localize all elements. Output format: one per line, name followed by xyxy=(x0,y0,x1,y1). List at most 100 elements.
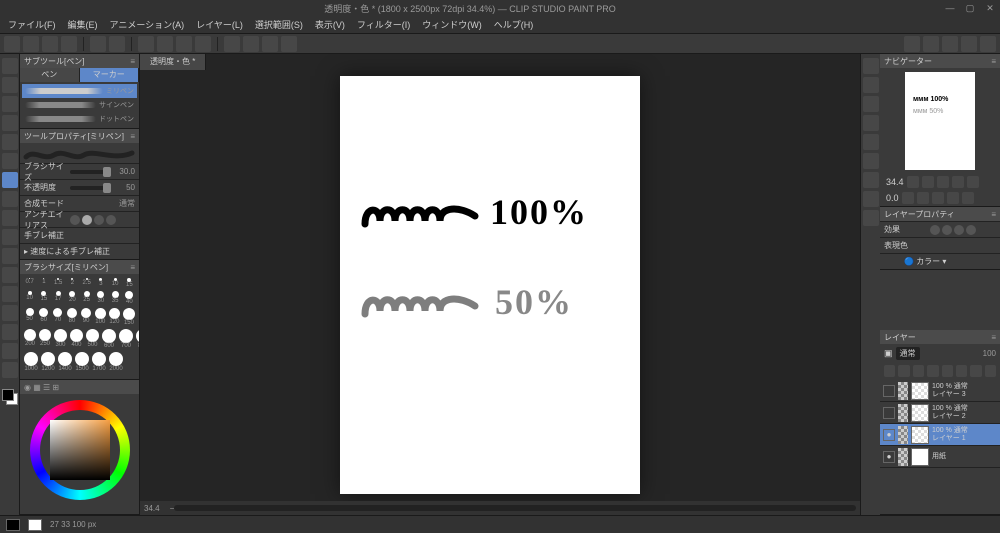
zoom-slider[interactable] xyxy=(174,505,856,511)
prop-opacity-value[interactable]: 50 xyxy=(111,183,135,192)
brush-size-preset[interactable]: 1400 xyxy=(58,352,72,372)
material-icon[interactable] xyxy=(863,134,879,150)
toolbar-icon[interactable] xyxy=(176,36,192,52)
toolbar-icon[interactable] xyxy=(138,36,154,52)
brush-size-preset[interactable]: 2.5 xyxy=(81,278,92,288)
navigator-thumbnail[interactable]: ᴍᴍᴍ 100%ᴍᴍᴍ 50% xyxy=(905,72,975,170)
panel-menu-icon[interactable]: ≡ xyxy=(130,263,135,272)
brush-size-preset[interactable]: 200 xyxy=(24,329,36,349)
tool-gradient[interactable] xyxy=(2,305,18,321)
toolbar-icon[interactable] xyxy=(61,36,77,52)
rotate-reset-icon[interactable] xyxy=(932,192,944,204)
effects-buttons[interactable] xyxy=(930,225,976,235)
menu-item[interactable]: ウィンドウ(W) xyxy=(418,18,486,31)
close-button[interactable]: ✕ xyxy=(980,3,1000,14)
color-swatches[interactable] xyxy=(2,389,18,405)
brush-size-preset[interactable]: 25 xyxy=(81,291,92,305)
brush-size-preset[interactable]: 35 xyxy=(110,291,121,305)
brush-size-preset[interactable]: 17 xyxy=(53,291,64,305)
tool-wand[interactable] xyxy=(2,134,18,150)
toolbar-icon[interactable] xyxy=(980,36,996,52)
brush-size-preset[interactable]: 1.5 xyxy=(53,278,64,288)
tool-blend[interactable] xyxy=(2,267,18,283)
color-wheel[interactable] xyxy=(25,398,135,503)
panel-menu-icon[interactable]: ≡ xyxy=(991,210,996,219)
layer-row[interactable]: ●用紙 xyxy=(880,446,1000,468)
brush-size-preset[interactable]: 15 xyxy=(124,278,135,288)
brush-size-preset[interactable]: 120 xyxy=(109,308,120,326)
material-icon[interactable] xyxy=(863,191,879,207)
layer-row[interactable]: 100 % 通常レイヤー 2 xyxy=(880,402,1000,424)
tool-airbrush[interactable] xyxy=(2,210,18,226)
brush-size-preset[interactable]: 10 xyxy=(110,278,121,288)
tool-eyedropper[interactable] xyxy=(2,153,18,169)
brush-size-preset[interactable]: 1700 xyxy=(92,352,106,372)
brush-size-preset[interactable]: 1200 xyxy=(41,352,55,372)
menu-item[interactable]: 編集(E) xyxy=(64,18,102,31)
zoom-fit-icon[interactable] xyxy=(937,176,949,188)
brush-size-preset[interactable]: 3 xyxy=(95,278,106,288)
toolbar-icon[interactable] xyxy=(90,36,106,52)
tool-operation[interactable] xyxy=(2,96,18,112)
layer-tool-icon[interactable] xyxy=(985,365,996,377)
prop-opacity-slider[interactable] xyxy=(70,186,111,190)
brush-size-preset[interactable]: 2000 xyxy=(109,352,123,372)
toolbar-icon[interactable] xyxy=(157,36,173,52)
tool-move[interactable] xyxy=(2,77,18,93)
brush-size-preset[interactable]: 1500 xyxy=(75,352,89,372)
brush-size-preset[interactable]: 500 xyxy=(86,329,99,349)
brush-size-preset[interactable]: 2 xyxy=(67,278,78,288)
layer-lock-icon[interactable]: ▣ xyxy=(884,348,893,359)
layer-tool-icon[interactable] xyxy=(970,365,981,377)
material-icon[interactable] xyxy=(863,210,879,226)
nav-zoom-value[interactable]: 34.4 xyxy=(886,177,904,187)
rotate-icon[interactable] xyxy=(947,192,959,204)
tool-figure[interactable] xyxy=(2,324,18,340)
panel-menu-icon[interactable]: ≡ xyxy=(991,333,996,342)
brush-size-preset[interactable]: 150 xyxy=(123,308,135,326)
toolbar-icon[interactable] xyxy=(195,36,211,52)
subtool-tab-marker[interactable]: マーカー xyxy=(80,68,140,82)
layer-tool-icon[interactable] xyxy=(927,365,938,377)
material-icon[interactable] xyxy=(863,115,879,131)
toolbar-icon[interactable] xyxy=(23,36,39,52)
tool-magnify[interactable] xyxy=(2,58,18,74)
brush-size-preset[interactable]: 40 xyxy=(124,291,135,305)
material-icon[interactable] xyxy=(863,172,879,188)
layer-tool-icon[interactable] xyxy=(956,365,967,377)
expr-color-value[interactable]: カラー xyxy=(916,257,940,266)
visibility-toggle[interactable]: ● xyxy=(883,429,895,441)
brush-size-preset[interactable]: 400 xyxy=(70,329,83,349)
prop-brushsize-slider[interactable] xyxy=(70,170,111,174)
material-icon[interactable] xyxy=(863,96,879,112)
tool-eraser[interactable] xyxy=(2,248,18,264)
brush-size-preset[interactable]: 70 xyxy=(52,308,63,326)
toolbar-icon[interactable] xyxy=(42,36,58,52)
menu-item[interactable]: ファイル(F) xyxy=(4,18,60,31)
toolbar-icon[interactable] xyxy=(262,36,278,52)
layer-tool-icon[interactable] xyxy=(898,365,909,377)
layer-tool-icon[interactable] xyxy=(913,365,924,377)
zoom-value[interactable]: 34.4 xyxy=(144,504,160,513)
minimize-button[interactable]: — xyxy=(940,3,960,13)
menu-item[interactable]: ヘルプ(H) xyxy=(490,18,538,31)
menu-item[interactable]: 選択範囲(S) xyxy=(251,18,307,31)
brush-size-preset[interactable]: 60 xyxy=(38,308,49,326)
tool-select[interactable] xyxy=(2,115,18,131)
prop-blend-value[interactable]: 通常 xyxy=(111,198,135,209)
tool-fill[interactable] xyxy=(2,286,18,302)
tool-brush[interactable] xyxy=(2,191,18,207)
brush-size-preset[interactable]: 80 xyxy=(66,308,77,326)
brush-size-preset[interactable]: 600 xyxy=(102,329,116,349)
visibility-toggle[interactable]: ● xyxy=(883,451,895,463)
brush-size-preset[interactable]: 15 xyxy=(38,291,49,305)
blend-mode-select[interactable]: 通常 xyxy=(896,347,920,360)
rotate-right-icon[interactable] xyxy=(917,192,929,204)
toolbar-icon[interactable] xyxy=(4,36,20,52)
menu-item[interactable]: 表示(V) xyxy=(311,18,349,31)
rotate-icon[interactable] xyxy=(962,192,974,204)
prop-brushsize-value[interactable]: 30.0 xyxy=(111,167,135,176)
layer-opacity-value[interactable]: 100 xyxy=(983,349,996,358)
zoom-in-icon[interactable] xyxy=(922,176,934,188)
toolbar-icon[interactable] xyxy=(224,36,240,52)
